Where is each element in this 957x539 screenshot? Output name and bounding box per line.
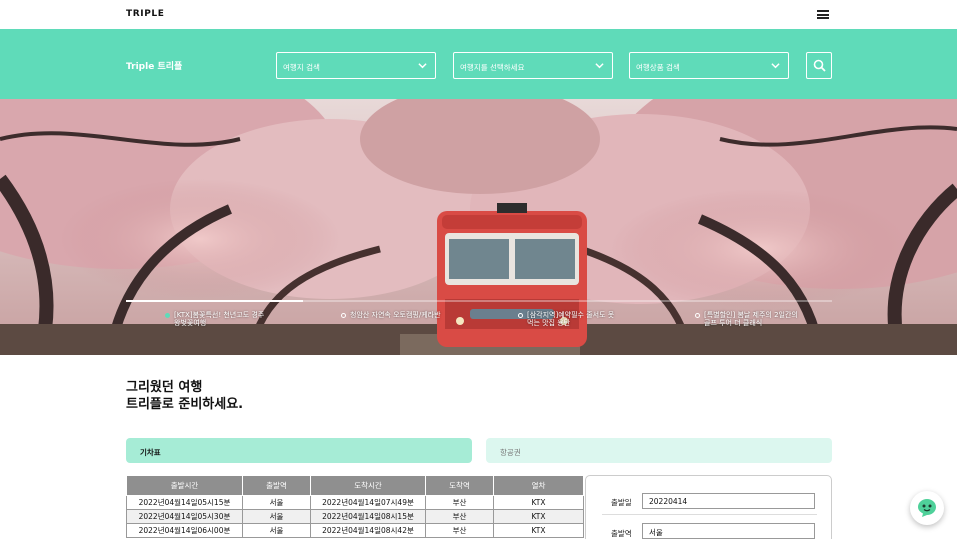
- hamburger-menu-icon[interactable]: [817, 10, 829, 19]
- hero-banner: [KTX]봄꽃특선! 천년고도 경주 왕벚꽃여행 청암산 자연속 오토캠핑/케라…: [0, 99, 957, 355]
- table-row[interactable]: 2022년04월14일06시00분 서울 2022년04월14일08시42분 부…: [126, 523, 584, 538]
- chatbot-face-icon: [918, 499, 936, 517]
- departure-date-label: 출발일: [611, 498, 632, 507]
- product-search-value: 여행상품 검색: [636, 63, 680, 72]
- cell-train: KTX: [493, 523, 584, 538]
- train-timetable: 출발시간 출발역 도착시간 도착역 열차 2022년04월14일05시15분 서…: [126, 475, 584, 538]
- col-header-departure-station: 출발역: [242, 475, 311, 496]
- booking-form: 출발일 20220414 출발역 서울: [585, 475, 832, 539]
- destination-choose-select[interactable]: 여행지를 선택하세요: [453, 52, 613, 79]
- cell-arrival-station: 부산: [425, 509, 494, 524]
- headline-line1: 그리웠던 여행: [126, 380, 203, 395]
- band-title: Triple 트리플: [126, 62, 183, 72]
- chatbot-button[interactable]: [910, 491, 944, 525]
- cell-arrival-time: 2022년04월14일07시49분: [310, 495, 426, 510]
- top-bar: TRIPLE: [0, 0, 957, 29]
- search-button[interactable]: [806, 52, 832, 79]
- cell-departure-time: 2022년04월14일06시00분: [126, 523, 243, 538]
- destination-search-select[interactable]: 여행지 검색: [276, 52, 436, 79]
- form-divider: [602, 514, 817, 515]
- cell-arrival-station: 부산: [425, 495, 494, 510]
- chevron-down-icon: [595, 63, 604, 69]
- main-headline: 그리웠던 여행 트리플로 준비하세요.: [126, 379, 243, 413]
- slide-link-1[interactable]: [KTX]봄꽃특선! 천년고도 경주 왕벚꽃여행: [165, 311, 294, 327]
- cell-departure-station: 서울: [242, 509, 311, 524]
- slide-dot-icon: [518, 313, 523, 318]
- chevron-down-icon: [418, 63, 427, 69]
- cell-departure-time: 2022년04월14일05시15분: [126, 495, 243, 510]
- departure-station-label: 출발역: [611, 529, 632, 538]
- cell-arrival-time: 2022년04월14일08시15분: [310, 509, 426, 524]
- destination-choose-value: 여행지를 선택하세요: [460, 63, 525, 72]
- slide-link-3-line1: [삼각지역]예약필수 줄서도 못: [527, 311, 615, 319]
- cell-departure-time: 2022년04월14일05시30분: [126, 509, 243, 524]
- tab-flight[interactable]: 항공권: [486, 438, 832, 463]
- cell-arrival-time: 2022년04월14일08시42분: [310, 523, 426, 538]
- slide-dot-icon: [165, 313, 170, 318]
- departure-date-input[interactable]: 20220414: [642, 493, 815, 509]
- slide-dot-icon: [695, 313, 700, 318]
- cell-departure-station: 서울: [242, 495, 311, 510]
- chevron-down-icon: [771, 63, 780, 69]
- destination-search-value: 여행지 검색: [283, 63, 320, 72]
- col-header-train: 열차: [493, 475, 584, 496]
- col-header-arrival-time: 도착시간: [310, 475, 426, 496]
- slide-link-4-line2: 골프 투어 더 클래식: [704, 319, 763, 327]
- cell-train: KTX: [493, 509, 584, 524]
- col-header-arrival-station: 도착역: [425, 475, 494, 496]
- headline-line2: 트리플로 준비하세요.: [126, 397, 244, 412]
- slide-link-1-line2: 왕벚꽃여행: [174, 319, 207, 327]
- slide-link-4[interactable]: [특별할인] 봄날 제주의 2일간의 골프 투어 더 클래식: [695, 311, 824, 327]
- search-icon: [813, 59, 826, 72]
- cell-arrival-station: 부산: [425, 523, 494, 538]
- slide-link-4-line1: [특별할인] 봄날 제주의 2일간의: [704, 311, 798, 319]
- col-header-departure-time: 출발시간: [126, 475, 243, 496]
- slide-progress-fill: [126, 300, 303, 302]
- cell-train: KTX: [493, 495, 584, 510]
- product-search-select[interactable]: 여행상품 검색: [629, 52, 789, 79]
- table-row[interactable]: 2022년04월14일05시30분 서울 2022년04월14일08시15분 부…: [126, 509, 584, 524]
- slide-link-1-line1: [KTX]봄꽃특선! 천년고도 경주: [174, 311, 265, 319]
- search-band: Triple 트리플 여행지 검색 여행지를 선택하세요 여행상품 검색: [0, 29, 957, 99]
- slide-link-2-line1: 청암산 자연속 오토캠핑/케라반: [350, 311, 441, 319]
- slide-link-3-line2: 먹는 맛집 용탄: [527, 319, 571, 327]
- tab-train[interactable]: 기차표: [126, 438, 472, 463]
- cell-departure-station: 서울: [242, 523, 311, 538]
- slide-progress-track: [126, 300, 832, 302]
- slide-dot-icon: [341, 313, 346, 318]
- departure-station-input[interactable]: 서울: [642, 523, 815, 539]
- logo[interactable]: TRIPLE: [126, 9, 165, 19]
- slide-link-3[interactable]: [삼각지역]예약필수 줄서도 못 먹는 맛집 용탄: [518, 311, 647, 327]
- slide-link-2[interactable]: 청암산 자연속 오토캠핑/케라반: [341, 311, 470, 319]
- table-row[interactable]: 2022년04월14일05시15분 서울 2022년04월14일07시49분 부…: [126, 495, 584, 510]
